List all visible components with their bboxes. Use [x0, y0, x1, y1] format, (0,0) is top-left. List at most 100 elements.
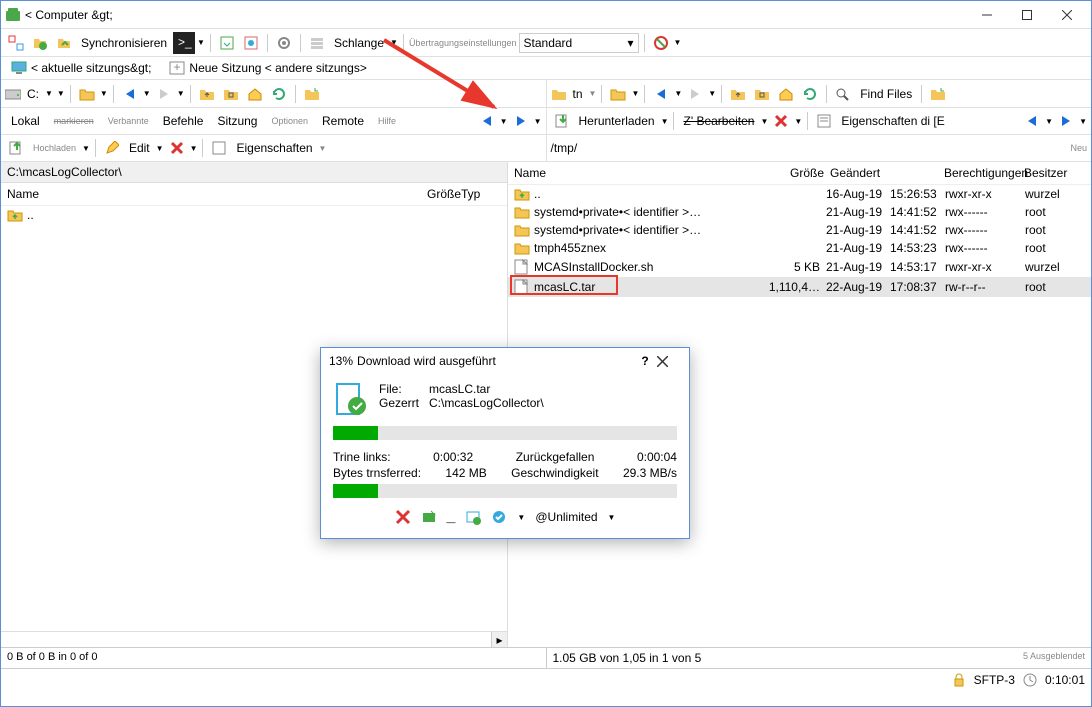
- help-button[interactable]: ?: [633, 354, 657, 368]
- speed-limit-icon[interactable]: [491, 509, 507, 525]
- list-item[interactable]: ..16-Aug-1915:26:53rwxr-xr-xwurzel: [508, 185, 1091, 203]
- download-label[interactable]: Herunterladen: [575, 114, 659, 128]
- drive-bar-left: C: ▼ ▼ ▼ ▼ ▼: [1, 80, 546, 108]
- root-folder-icon[interactable]: [220, 83, 242, 105]
- queue-dropdown[interactable]: ▼: [390, 38, 398, 47]
- cancel-icon[interactable]: [395, 509, 411, 525]
- menu-optionen[interactable]: Optionen: [265, 114, 314, 128]
- find-icon[interactable]: [832, 83, 854, 105]
- col-name[interactable]: Name: [7, 187, 411, 201]
- nav-next-icon[interactable]: [1055, 110, 1077, 132]
- nav-next-icon[interactable]: [510, 110, 532, 132]
- dialog-close-button[interactable]: [657, 356, 681, 367]
- col-name[interactable]: Name: [514, 166, 764, 180]
- col-rights[interactable]: Berechtigungen: [944, 166, 1024, 180]
- properties-label[interactable]: Eigenschaften: [232, 141, 316, 155]
- minimize-icon[interactable]: _: [447, 508, 456, 526]
- list-item[interactable]: MCASInstallDocker.sh5 KB21-Aug-1914:53:1…: [508, 257, 1091, 277]
- root-folder-icon[interactable]: [751, 83, 773, 105]
- list-item[interactable]: tmph455znex21-Aug-1914:53:23rwx------roo…: [508, 239, 1091, 257]
- menu-remote[interactable]: Remote: [316, 112, 370, 130]
- console-icon[interactable]: >_: [173, 32, 195, 54]
- transfer-icon-2[interactable]: [240, 32, 262, 54]
- menu-befehle[interactable]: Befehle: [157, 112, 210, 130]
- menu-lokal[interactable]: Lokal: [5, 112, 46, 130]
- col-size[interactable]: Größe: [411, 187, 461, 201]
- drive-letter[interactable]: C:: [23, 87, 43, 101]
- list-item[interactable]: ..: [1, 206, 507, 224]
- disconnect-icon[interactable]: [650, 32, 672, 54]
- disconnect-dropdown[interactable]: ▼: [674, 38, 682, 47]
- menu-hilfe[interactable]: Hilfe: [372, 114, 402, 128]
- queue-icon[interactable]: [465, 509, 481, 525]
- tab-new-session[interactable]: + Neue Sitzung < andere sitzungs>: [163, 59, 372, 77]
- file-value: mcasLC.tar: [429, 382, 490, 396]
- edit-icon[interactable]: [101, 137, 123, 159]
- find-files-label[interactable]: Find Files: [856, 87, 916, 101]
- new-label[interactable]: Neu: [1070, 143, 1087, 153]
- tab-current-session[interactable]: < aktuelle sitzungs&gt;: [5, 59, 157, 77]
- transfer-icon-1[interactable]: [216, 32, 238, 54]
- sync-label[interactable]: Synchronisieren: [77, 36, 171, 50]
- menu-sitzung[interactable]: Sitzung: [211, 112, 263, 130]
- nav-prev-icon[interactable]: [476, 110, 498, 132]
- home-icon[interactable]: [244, 83, 266, 105]
- menu-verbannte[interactable]: Verbannte: [102, 114, 155, 128]
- console-dropdown[interactable]: ▼: [197, 38, 205, 47]
- parent-folder-icon[interactable]: [727, 83, 749, 105]
- sync-folders-icon[interactable]: [29, 32, 51, 54]
- properties-icon[interactable]: [208, 137, 230, 159]
- refresh-icon[interactable]: [799, 83, 821, 105]
- sync-browse-icon[interactable]: [301, 83, 323, 105]
- properties-icon[interactable]: [813, 110, 835, 132]
- compare-icon[interactable]: [5, 32, 27, 54]
- app-icon: [5, 7, 21, 23]
- open-folder-icon[interactable]: [607, 83, 629, 105]
- nav-back-icon[interactable]: [119, 83, 141, 105]
- delete-icon[interactable]: [166, 137, 188, 159]
- speed-limit-label[interactable]: @Unlimited: [535, 510, 597, 524]
- bytes-value: 142 MB: [445, 466, 486, 480]
- parent-folder-icon[interactable]: [196, 83, 218, 105]
- remote-drive[interactable]: tn: [569, 87, 587, 101]
- menu-markieren[interactable]: markieren: [48, 114, 100, 128]
- scroll-right-icon[interactable]: ▸: [491, 632, 507, 647]
- left-path: C:\mcasLogCollector\: [1, 162, 507, 183]
- speed-value: 29.3 MB/s: [623, 466, 677, 480]
- nav-fwd-icon[interactable]: [684, 83, 706, 105]
- nav-fwd-icon[interactable]: [153, 83, 175, 105]
- list-item[interactable]: systemd•private•< identifier >…21-Aug-19…: [508, 221, 1091, 239]
- gear-icon[interactable]: [273, 32, 295, 54]
- nav-prev-icon[interactable]: [1021, 110, 1043, 132]
- queue-icon[interactable]: [306, 32, 328, 54]
- properties-label-2[interactable]: Eigenschaften di [E: [837, 114, 948, 128]
- edit-label[interactable]: Edit: [125, 141, 154, 155]
- home-icon[interactable]: [775, 83, 797, 105]
- list-item[interactable]: systemd•private•< identifier >…21-Aug-19…: [508, 203, 1091, 221]
- download-icon[interactable]: [551, 110, 573, 132]
- open-folder-icon[interactable]: [76, 83, 98, 105]
- transfer-settings-value: Standard: [524, 36, 624, 50]
- edit-label-2[interactable]: Z' Bearbeiten: [679, 114, 758, 128]
- refresh-icon[interactable]: [268, 83, 290, 105]
- hidden-count: 5 Ausgeblendet: [1023, 651, 1085, 665]
- sync-icon-2[interactable]: [53, 32, 75, 54]
- toolbar-main: Synchronisieren >_ ▼ Schlange ▼ Übertrag…: [1, 29, 1091, 57]
- left-columns: Name Größe Typ: [1, 183, 507, 206]
- list-item[interactable]: mcasLC.tar1,110,4…22-Aug-1917:08:37rw-r-…: [508, 277, 1091, 297]
- background-icon[interactable]: [421, 509, 437, 525]
- minimize-button[interactable]: [967, 2, 1007, 28]
- transfer-settings-dropdown[interactable]: Standard ▾: [519, 33, 639, 53]
- delete-icon[interactable]: [770, 110, 792, 132]
- upload-label[interactable]: Hochladen: [29, 143, 80, 153]
- queue-label[interactable]: Schlange: [330, 36, 388, 50]
- col-owner[interactable]: Besitzer: [1024, 166, 1084, 180]
- col-size[interactable]: Größe: [764, 166, 824, 180]
- close-button[interactable]: [1047, 2, 1087, 28]
- maximize-button[interactable]: [1007, 2, 1047, 28]
- col-type[interactable]: Typ: [461, 187, 501, 201]
- nav-back-icon[interactable]: [650, 83, 672, 105]
- sync-browse-icon[interactable]: [927, 83, 949, 105]
- upload-icon[interactable]: [5, 137, 27, 159]
- col-changed[interactable]: Geändert: [824, 166, 944, 180]
